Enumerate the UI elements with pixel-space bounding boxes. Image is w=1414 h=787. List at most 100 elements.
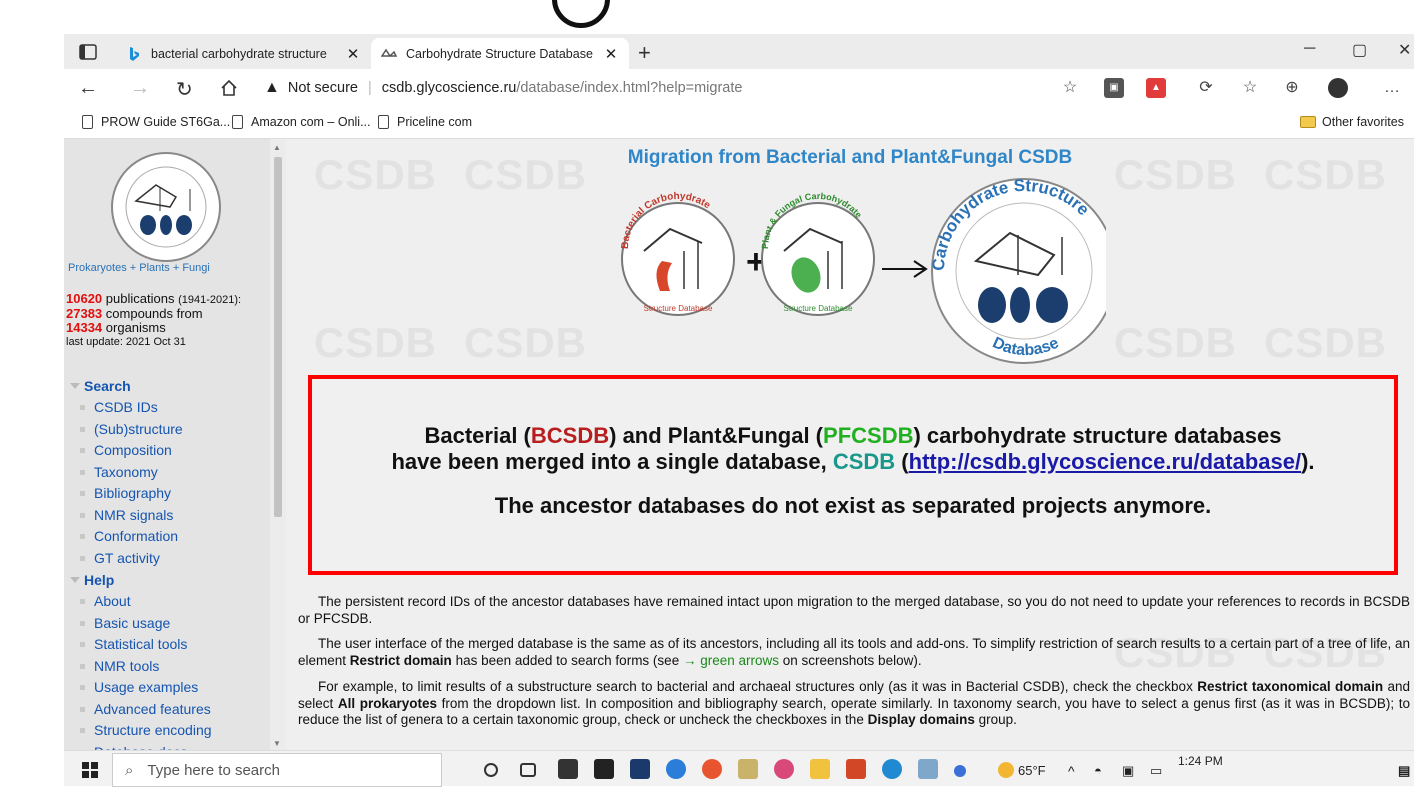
- top-margin: [0, 0, 1414, 34]
- web-page: CSDB CSDB CSDB CSDB CSDB CSDB CSDB CSDB …: [64, 139, 1414, 750]
- app-icon[interactable]: [630, 759, 650, 779]
- sidebar-item-conformation[interactable]: Conformation: [70, 526, 270, 548]
- tab-csdb[interactable]: Carbohydrate Structure Database ✕: [371, 38, 629, 69]
- page-icon: [232, 115, 243, 129]
- menu-heading-help[interactable]: Help: [70, 569, 270, 591]
- sidebar-item-about[interactable]: About: [70, 591, 270, 613]
- maximize-icon[interactable]: ▢: [1352, 40, 1367, 60]
- profile-avatar[interactable]: [1328, 78, 1348, 98]
- csdb-link[interactable]: http://csdb.glycoscience.ru/database/: [909, 449, 1301, 474]
- sidebar-item-statistical-tools[interactable]: Statistical tools: [70, 634, 270, 656]
- other-favorites-label: Other favorites: [1322, 115, 1404, 129]
- app-small-icon[interactable]: [954, 765, 966, 777]
- keyboard-icon[interactable]: ▭: [1150, 763, 1162, 779]
- notification-icon[interactable]: ▤: [1398, 763, 1410, 779]
- sidebar-item-nmr-signals[interactable]: NMR signals: [70, 505, 270, 527]
- compounds-count: 27383: [66, 306, 103, 321]
- address-bar[interactable]: ▲ Not secure | csdb.glycoscience.ru/data…: [264, 73, 964, 103]
- all-prokaryotes-label: All prokaryotes: [337, 695, 437, 711]
- publications-count: 10620: [66, 291, 103, 306]
- tray-chevron-icon[interactable]: ^: [1068, 763, 1075, 779]
- extension-red-icon[interactable]: ▲: [1146, 78, 1166, 98]
- task-view-icon[interactable]: [520, 763, 536, 777]
- extension-icon[interactable]: ▣: [1104, 78, 1124, 98]
- sidebar-item-gt-activity[interactable]: GT activity: [70, 548, 270, 570]
- sidebar-item-composition[interactable]: Composition: [70, 440, 270, 462]
- new-tab-icon[interactable]: +: [638, 40, 651, 66]
- menu-heading-search[interactable]: Search: [70, 375, 270, 397]
- store-icon[interactable]: [558, 759, 578, 779]
- powerpoint-icon[interactable]: [846, 759, 866, 779]
- scroll-up-icon[interactable]: ▲: [273, 143, 281, 152]
- stat-organisms: 14334 organisms: [66, 321, 241, 335]
- extensions-puzzle-icon[interactable]: ⟳: [1196, 78, 1216, 98]
- tab-close-icon[interactable]: ✕: [345, 45, 361, 63]
- paragraph-example: For example, to limit results of a subst…: [298, 679, 1410, 727]
- app-pink-icon[interactable]: [774, 759, 794, 779]
- cortana-icon[interactable]: [484, 763, 498, 777]
- sidebar-item-substructure[interactable]: (Sub)structure: [70, 419, 270, 441]
- sidebar-caption: Prokaryotes + Plants + Fungi: [68, 262, 210, 274]
- sidebar-item-database-docs[interactable]: Database docs: [70, 742, 270, 750]
- sidebar-item-csdb-ids[interactable]: CSDB IDs: [70, 397, 270, 419]
- page-title: Migration from Bacterial and Plant&Funga…: [627, 147, 1073, 168]
- weather-sun-icon[interactable]: [998, 762, 1014, 778]
- bookmark-priceline[interactable]: Priceline com: [378, 115, 472, 129]
- tray-app-icon[interactable]: ▣: [1122, 763, 1134, 779]
- bookmark-label: PROW Guide ST6Ga...: [101, 115, 231, 129]
- csdb-logo-small[interactable]: [98, 149, 234, 267]
- sidebar-item-bibliography[interactable]: Bibliography: [70, 483, 270, 505]
- sidebar-scroll-thumb[interactable]: [274, 157, 282, 517]
- warning-icon: ▲: [264, 79, 280, 96]
- scroll-down-icon[interactable]: ▼: [273, 739, 281, 748]
- dropbox-icon[interactable]: [594, 759, 614, 779]
- sidebar-item-structure-encoding[interactable]: Structure encoding: [70, 720, 270, 742]
- home-icon[interactable]: [220, 79, 238, 97]
- minimize-icon[interactable]: ─: [1304, 40, 1315, 58]
- pfcsdb-label: PFCSDB: [823, 423, 914, 448]
- clock[interactable]: 1:24 PM: [1178, 754, 1223, 768]
- sidebar-item-usage-examples[interactable]: Usage examples: [70, 677, 270, 699]
- display-domains-label: Display domains: [867, 712, 975, 727]
- add-favorite-icon[interactable]: ☆: [1060, 78, 1080, 98]
- other-favorites[interactable]: Other favorites: [1300, 115, 1404, 129]
- forward-icon[interactable]: →: [130, 77, 150, 100]
- bacterial-structure-text: Structure Database: [644, 304, 713, 313]
- tab-bacterial-search[interactable]: bacterial carbohydrate structure ✕: [116, 38, 371, 69]
- edge-icon[interactable]: [882, 759, 902, 779]
- windows-start-icon[interactable]: [82, 762, 98, 778]
- security-label: Not secure: [287, 80, 358, 96]
- file-explorer-icon[interactable]: [810, 759, 830, 779]
- app-blue-icon[interactable]: [918, 759, 938, 779]
- sidebar-item-taxonomy[interactable]: Taxonomy: [70, 462, 270, 484]
- notice-line-1: Bacterial (BCSDB) and Plant&Fungal (PFCS…: [424, 423, 1282, 448]
- bookmark-prow[interactable]: PROW Guide ST6Ga...: [82, 115, 230, 129]
- collections-icon[interactable]: ⊕: [1282, 78, 1302, 98]
- paint-icon[interactable]: [738, 759, 758, 779]
- more-menu-icon[interactable]: …: [1382, 78, 1402, 98]
- close-window-icon[interactable]: ✕: [1398, 40, 1411, 60]
- sidebar-item-nmr-tools[interactable]: NMR tools: [70, 656, 270, 678]
- chrome-icon[interactable]: [702, 759, 722, 779]
- sidebar-item-basic-usage[interactable]: Basic usage: [70, 613, 270, 635]
- back-icon[interactable]: ←: [78, 77, 98, 100]
- migration-notice: Bacterial (BCSDB) and Plant&Fungal (PFCS…: [308, 375, 1398, 575]
- bookmark-label: Amazon com – Onli...: [251, 115, 371, 129]
- restrict-domain-label: Restrict domain: [349, 652, 452, 668]
- tab-close-icon[interactable]: ✕: [603, 45, 619, 63]
- refresh-icon[interactable]: ↻: [176, 77, 193, 102]
- database-stats: 10620 publications (1941-2021): 27383 co…: [66, 292, 241, 349]
- paragraph-record-ids: The persistent record IDs of the ancesto…: [298, 594, 1410, 626]
- weather-temperature[interactable]: 65°F: [1018, 763, 1046, 778]
- network-icon[interactable]: ◓: [1094, 763, 1102, 778]
- tab-actions-icon[interactable]: [78, 43, 98, 61]
- csdb-icon: [381, 48, 397, 57]
- sidebar-item-advanced-features[interactable]: Advanced features: [70, 699, 270, 721]
- taskbar-search-placeholder: Type here to search: [147, 761, 280, 779]
- favorites-icon[interactable]: ☆: [1240, 78, 1260, 98]
- navigation-bar: ← → ↻ ▲ Not secure | csdb.glycoscience.r…: [64, 69, 1414, 107]
- browser-window: bacterial carbohydrate structure ✕ Carbo…: [64, 34, 1414, 750]
- bookmark-amazon[interactable]: Amazon com – Onli...: [232, 115, 371, 129]
- taskbar-search-input[interactable]: ⌕ Type here to search: [112, 753, 442, 787]
- mail-icon[interactable]: [666, 759, 686, 779]
